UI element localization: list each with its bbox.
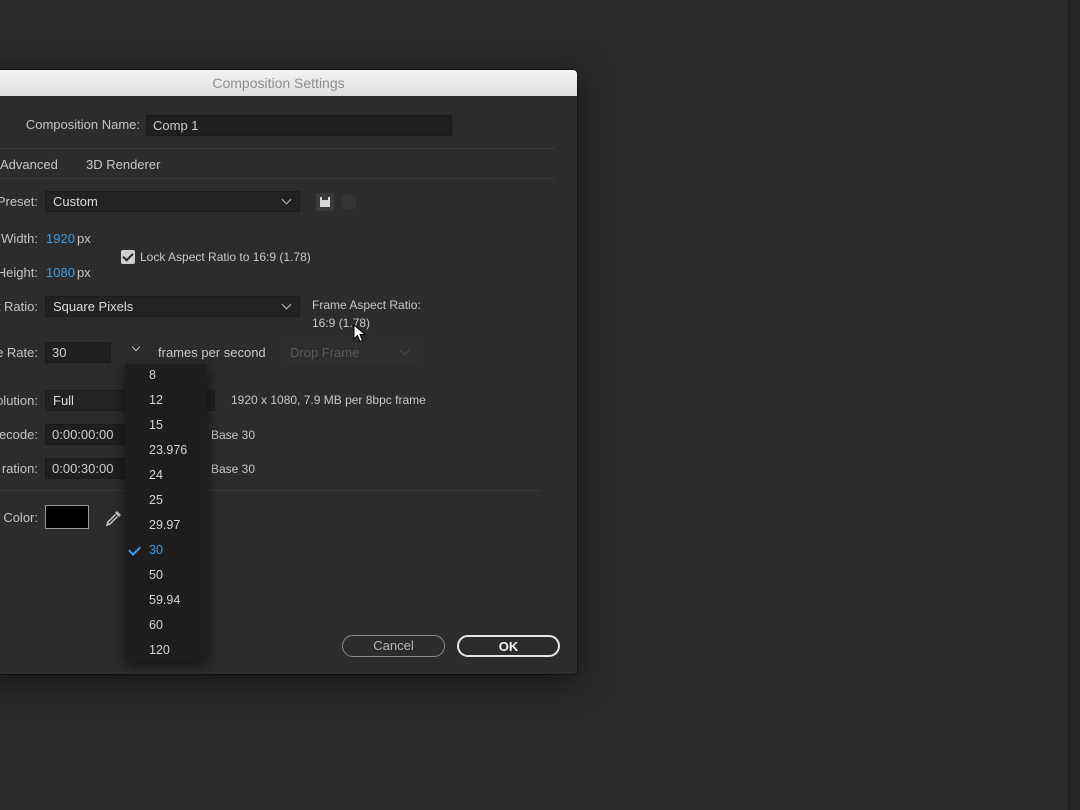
tabs-top-divider (0, 148, 555, 149)
save-icon (320, 197, 330, 207)
tabs-bottom-divider (0, 178, 555, 179)
duration-label: ration: (1, 461, 38, 476)
frame-rate-menu: 8 12 15 23.976 24 25 29.97 30 50 59.94 6… (125, 364, 207, 661)
pixel-aspect-label: t Ratio: (0, 299, 38, 314)
menu-item-12[interactable]: 12 (149, 390, 163, 410)
preset-value: Custom (53, 194, 98, 209)
menu-item-2997[interactable]: 29.97 (149, 515, 180, 535)
menu-item-24[interactable]: 24 (149, 465, 163, 485)
menu-item-23976[interactable]: 23.976 (149, 440, 187, 460)
width-label: Width: (1, 231, 38, 246)
ok-button[interactable]: OK (457, 635, 560, 657)
chevron-down-icon (131, 342, 141, 352)
resolution-info: 1920 x 1080, 7.9 MB per 8bpc frame (231, 393, 426, 407)
resolution-value: Full (53, 393, 74, 408)
timecode-label: ecode: (0, 427, 38, 442)
save-preset-button[interactable] (316, 193, 334, 211)
frame-aspect-label: Frame Aspect Ratio: (312, 298, 421, 312)
composition-name-input[interactable]: Comp 1 (146, 115, 452, 136)
tab-3d-renderer[interactable]: 3D Renderer (86, 157, 160, 172)
dialog-title: Composition Settings (0, 70, 577, 96)
cancel-button[interactable]: Cancel (342, 635, 445, 657)
composition-settings-dialog: Composition Settings Composition Name: C… (0, 70, 577, 674)
menu-item-25[interactable]: 25 (149, 490, 163, 510)
menu-item-5994[interactable]: 59.94 (149, 590, 180, 610)
bg-color-swatch[interactable] (45, 505, 89, 529)
preset-select[interactable]: Custom (45, 191, 300, 212)
height-value[interactable]: 1080 (46, 265, 75, 280)
delete-preset-button[interactable] (342, 195, 356, 209)
height-label: Height: (0, 265, 38, 280)
composition-name-label: Composition Name: (25, 117, 140, 132)
resolution-label: olution: (0, 393, 38, 408)
menu-item-120[interactable]: 120 (149, 640, 170, 660)
bg-color-label: l Color: (0, 510, 38, 525)
menu-item-15[interactable]: 15 (149, 415, 163, 435)
section-divider (0, 490, 540, 491)
drop-frame-value: Drop Frame (290, 345, 360, 360)
timecode-input[interactable]: 0:00:00:00 (45, 424, 135, 445)
chevron-down-icon (399, 345, 410, 356)
menu-item-8[interactable]: 8 (149, 365, 156, 385)
frame-rate-dropdown-toggle[interactable] (130, 342, 144, 357)
checkmark-icon (128, 543, 141, 556)
pixel-aspect-value: Square Pixels (53, 299, 134, 314)
frame-rate-label: e Rate: (0, 345, 38, 360)
frame-rate-input[interactable]: 30 (45, 342, 111, 363)
duration-input[interactable]: 0:00:30:00 (45, 458, 135, 479)
lock-aspect-checkbox[interactable] (121, 250, 135, 264)
panel-edge (1068, 0, 1080, 810)
width-value[interactable]: 1920 (46, 231, 75, 246)
eyedropper-button[interactable] (104, 508, 124, 528)
duration-base: Base 30 (211, 462, 256, 476)
width-unit: px (77, 231, 91, 246)
pixel-aspect-select[interactable]: Square Pixels (45, 296, 300, 317)
timecode-base: Base 30 (211, 428, 256, 442)
menu-item-50[interactable]: 50 (149, 565, 163, 585)
menu-item-30-selected[interactable]: 30 (149, 540, 163, 560)
drop-frame-select[interactable]: Drop Frame (282, 342, 418, 363)
frame-rate-unit: frames per second (158, 345, 266, 360)
tab-advanced[interactable]: Advanced (0, 157, 58, 172)
chevron-down-icon (281, 194, 292, 205)
preset-label: Preset: (0, 194, 38, 209)
chevron-down-icon (281, 299, 292, 310)
background-divider (850, 0, 851, 810)
mouse-cursor-icon (353, 324, 367, 343)
lock-aspect-label: Lock Aspect Ratio to 16:9 (1.78) (140, 250, 311, 264)
height-unit: px (77, 265, 91, 280)
menu-item-60[interactable]: 60 (149, 615, 163, 635)
eyedropper-icon (105, 511, 121, 527)
